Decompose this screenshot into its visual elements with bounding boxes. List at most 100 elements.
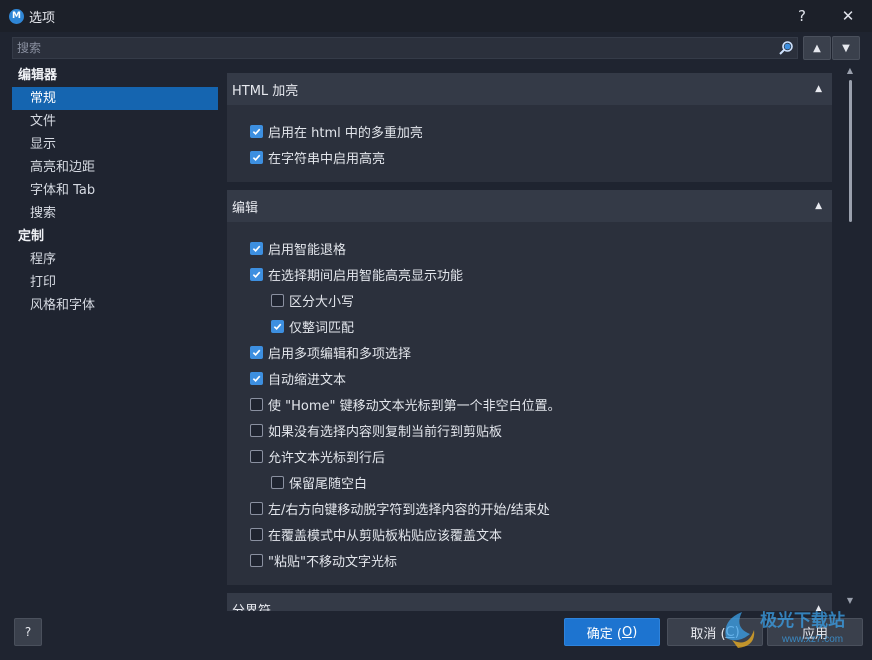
collapse-caret-icon[interactable]: ▲	[815, 201, 822, 211]
app-logo-icon: M	[9, 8, 24, 24]
option-row[interactable]: "粘贴"不移动文字光标	[227, 547, 832, 573]
option-label: 仅整词匹配	[289, 320, 355, 336]
option-row[interactable]: 自动缩进文本	[227, 365, 832, 391]
search-previous-button[interactable]: ▲	[803, 36, 831, 60]
option-row[interactable]: 在选择期间启用智能高亮显示功能	[227, 261, 832, 287]
options-section: HTML 加亮 ▲ 启用在 html 中的多重加亮在字符串中启用高亮	[227, 73, 832, 182]
option-label: 允许文本光标到行后	[268, 450, 386, 466]
option-label: 在选择期间启用智能高亮显示功能	[268, 268, 464, 284]
ok-accelerator: O	[621, 624, 633, 640]
option-label: 保留尾随空白	[289, 476, 368, 492]
options-content-panel: HTML 加亮 ▲ 启用在 html 中的多重加亮 在字符串中启用高亮 编辑 ▲ 启用智能退…	[227, 73, 832, 611]
checkbox-unchecked[interactable]	[271, 475, 284, 489]
option-label: 自动缩进文本	[268, 372, 347, 388]
title-bar: M 选项 ? ✕	[0, 0, 872, 32]
cancel-button[interactable]: 取消 (C)	[667, 618, 763, 646]
option-row[interactable]: 在字符串中启用高亮	[227, 144, 832, 170]
help-title-button[interactable]: ?	[782, 0, 822, 32]
option-label: 使 "Home" 键移动文本光标到第一个非空白位置。	[268, 398, 561, 414]
apply-button[interactable]: 应用	[767, 618, 863, 646]
nav-item-files[interactable]: 文件	[12, 110, 218, 133]
option-label: 左/右方向键移动脱字符到选择内容的开始/结束处	[268, 502, 550, 518]
option-row[interactable]: 左/右方向键移动脱字符到选择内容的开始/结束处	[227, 495, 832, 521]
nav-item-fonts-tab[interactable]: 字体和 Tab	[12, 179, 218, 202]
nav-item-highlight-margins[interactable]: 高亮和边距	[12, 156, 218, 179]
option-label: 启用智能退格	[268, 242, 347, 258]
collapse-caret-icon[interactable]: ▲	[815, 84, 822, 94]
checkbox-unchecked[interactable]	[250, 501, 263, 515]
option-row[interactable]: 保留尾随空白	[227, 469, 832, 495]
option-row[interactable]: 启用智能退格	[227, 235, 832, 261]
check-icon	[252, 154, 261, 161]
search-row: ▲ ▼	[12, 36, 860, 61]
option-row[interactable]: 允许文本光标到行后	[227, 443, 832, 469]
option-row[interactable]: 如果没有选择内容则复制当前行到剪贴板	[227, 417, 832, 443]
cancel-accelerator: C	[725, 624, 735, 640]
ok-button-tail: )	[632, 624, 638, 640]
collapse-caret-icon[interactable]: ▲	[815, 604, 822, 611]
nav-item-print[interactable]: 打印	[12, 271, 218, 294]
nav-group-customize[interactable]: 定制	[12, 225, 218, 248]
scroll-down-icon[interactable]: ▼	[842, 596, 858, 605]
arrow-down-icon: ▼	[842, 42, 850, 54]
ok-button-label: 确定 (	[586, 626, 622, 642]
check-icon	[252, 245, 261, 252]
window-title: 选项	[29, 10, 56, 26]
nav-item-programs[interactable]: 程序	[12, 248, 218, 271]
ok-button[interactable]: 确定 (O)	[564, 618, 660, 646]
close-button[interactable]: ✕	[828, 0, 868, 32]
arrow-up-icon: ▲	[813, 42, 821, 54]
cancel-button-tail: )	[734, 624, 740, 640]
option-row[interactable]: 启用多项编辑和多项选择	[227, 339, 832, 365]
nav-item-display[interactable]: 显示	[12, 133, 218, 156]
options-section: 分界符 ▲	[227, 593, 832, 611]
checkbox-unchecked[interactable]	[250, 449, 263, 463]
option-row[interactable]: 启用在 html 中的多重加亮	[227, 118, 832, 144]
nav-item-general[interactable]: 常规	[12, 87, 218, 110]
checkbox-checked[interactable]	[250, 150, 263, 164]
search-icon[interactable]	[778, 40, 794, 56]
option-row[interactable]: 区分大小写	[227, 287, 832, 313]
scroll-up-icon[interactable]: ▲	[842, 66, 858, 75]
checkbox-checked[interactable]	[271, 319, 284, 333]
check-icon	[252, 128, 261, 135]
scrollbar-thumb[interactable]	[849, 80, 852, 222]
check-icon	[252, 349, 261, 356]
section-title: 分界符	[232, 603, 272, 612]
checkbox-unchecked[interactable]	[250, 553, 263, 567]
option-label: 区分大小写	[289, 294, 355, 310]
search-next-button[interactable]: ▼	[832, 36, 860, 60]
checkbox-unchecked[interactable]	[250, 423, 263, 437]
section-body: 启用智能退格在选择期间启用智能高亮显示功能区分大小写仅整词匹配启用多项编辑和多项…	[227, 222, 832, 585]
checkbox-checked[interactable]	[250, 371, 263, 385]
option-row[interactable]: 仅整词匹配	[227, 313, 832, 339]
section-body: 启用在 html 中的多重加亮在字符串中启用高亮	[227, 105, 832, 182]
checkbox-unchecked[interactable]	[271, 293, 284, 307]
option-label: 如果没有选择内容则复制当前行到剪贴板	[268, 424, 503, 440]
option-label: "粘贴"不移动文字光标	[268, 554, 397, 570]
checkbox-checked[interactable]	[250, 345, 263, 359]
option-row[interactable]: 在覆盖模式中从剪贴板粘贴应该覆盖文本	[227, 521, 832, 547]
checkbox-unchecked[interactable]	[250, 397, 263, 411]
options-nav-tree: 编辑器 常规 文件 显示 高亮和边距 字体和 Tab 搜索 定制 程序 打印 风…	[12, 64, 218, 614]
checkbox-checked[interactable]	[250, 124, 263, 138]
nav-group-editor[interactable]: 编辑器	[12, 64, 218, 87]
help-button[interactable]: ?	[14, 618, 42, 646]
search-input[interactable]	[12, 37, 798, 59]
dialog-footer: ? 确定 (O) 取消 (C) 应用	[0, 612, 872, 660]
option-label: 启用在 html 中的多重加亮	[268, 125, 423, 141]
section-header[interactable]: 分界符 ▲	[227, 593, 832, 611]
nav-item-styles-fonts[interactable]: 风格和字体	[12, 294, 218, 317]
section-header[interactable]: 编辑 ▲	[227, 190, 832, 222]
checkbox-checked[interactable]	[250, 241, 263, 255]
checkbox-checked[interactable]	[250, 267, 263, 281]
vertical-scrollbar[interactable]: ▲ ▼	[842, 64, 858, 610]
cancel-button-label: 取消 (	[690, 626, 726, 642]
options-section: 编辑 ▲ 启用智能退格 在选择期间启用智能高亮显示功能 区分大小写 仅整词匹配 启用多项编辑…	[227, 190, 832, 585]
section-title: HTML 加亮	[232, 83, 299, 99]
nav-item-search[interactable]: 搜索	[12, 202, 218, 225]
check-icon	[252, 271, 261, 278]
checkbox-unchecked[interactable]	[250, 527, 263, 541]
section-header[interactable]: HTML 加亮 ▲	[227, 73, 832, 105]
option-row[interactable]: 使 "Home" 键移动文本光标到第一个非空白位置。	[227, 391, 832, 417]
